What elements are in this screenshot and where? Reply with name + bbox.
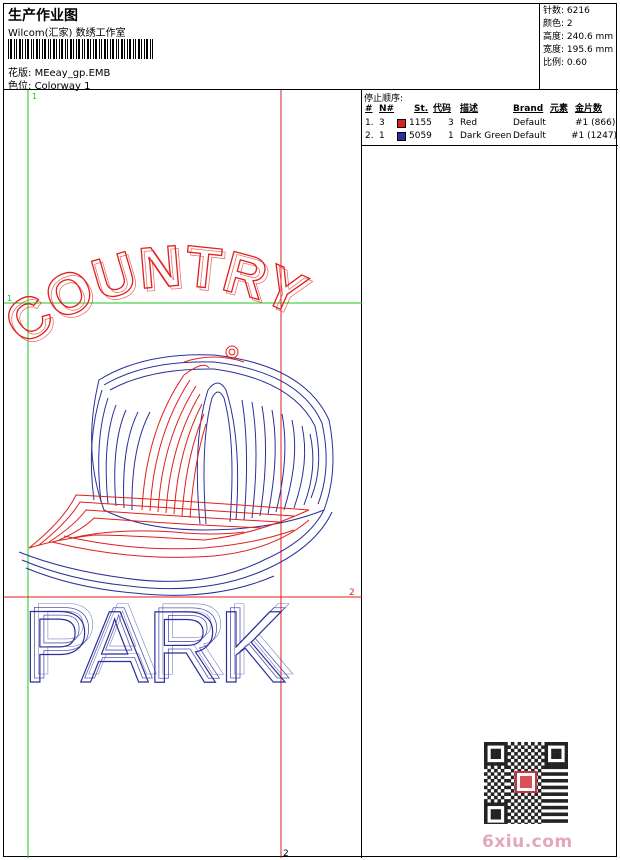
- table-header: # N# St. 代码 描述 Brand 元素 金片数: [362, 103, 618, 116]
- company-name: Wilcom(汇家) 数绣工作室: [8, 28, 126, 39]
- stat-colors: 颜色: 2: [543, 19, 573, 29]
- guide-label-h2: 2: [349, 588, 355, 598]
- stat-stitches: 针数: 6216: [543, 6, 590, 16]
- color-swatch-blue: [397, 132, 406, 141]
- col-element: 元素: [550, 104, 569, 114]
- col-num: #: [365, 104, 373, 114]
- design-text-park-inner2: PARK: [30, 582, 293, 696]
- col-sequins: 金片数: [575, 104, 603, 114]
- watermark-text: 6xiu.com: [482, 832, 573, 852]
- col-brand: Brand: [513, 104, 544, 114]
- col-desc: 描述: [460, 104, 479, 114]
- stop-sequence-table: 停止顺序: # N# St. 代码 描述 Brand 元素 金片数 1. 3 1…: [362, 90, 618, 146]
- sheet-header: 生产作业图 Wilcom(汇家) 数绣工作室 花版: MEeay_gp.EMB …: [4, 4, 618, 92]
- stat-height: 高度: 240.6 mm: [543, 32, 614, 42]
- col-stitches: St.: [414, 104, 429, 114]
- design-text-country-inner: COUNTRY: [4, 236, 319, 360]
- col-code: 代码: [433, 104, 452, 114]
- table-row: 2. 1 5059 1 Dark Green Default #1 (1247): [365, 131, 618, 141]
- page-title: 生产作业图: [8, 8, 78, 24]
- design-stats: 针数: 6216 颜色: 2 高度: 240.6 mm 宽度: 195.6 mm…: [539, 4, 618, 90]
- guide-label-v2: 2: [283, 849, 289, 858]
- production-sheet: 生产作业图 Wilcom(汇家) 数绣工作室 花版: MEeay_gp.EMB …: [3, 3, 618, 858]
- cap-brim: [28, 494, 310, 558]
- col-needle: N#: [379, 104, 395, 114]
- stat-width: 宽度: 195.6 mm: [543, 45, 614, 55]
- design-canvas: 1 1 2 2 COUNTRY COUNTRY: [4, 90, 362, 858]
- cap-crown: [90, 354, 334, 531]
- barcode: [8, 39, 153, 59]
- guide-label-v1: 1: [32, 92, 37, 101]
- stat-scale: 比例: 0.60: [543, 58, 587, 68]
- table-row: 1. 3 1155 3 Red Default #1 (866): [365, 118, 616, 128]
- embroidery-preview: 1 1 2 2 COUNTRY COUNTRY: [4, 90, 362, 858]
- qr-code: [484, 742, 568, 824]
- color-swatch-red: [397, 119, 406, 128]
